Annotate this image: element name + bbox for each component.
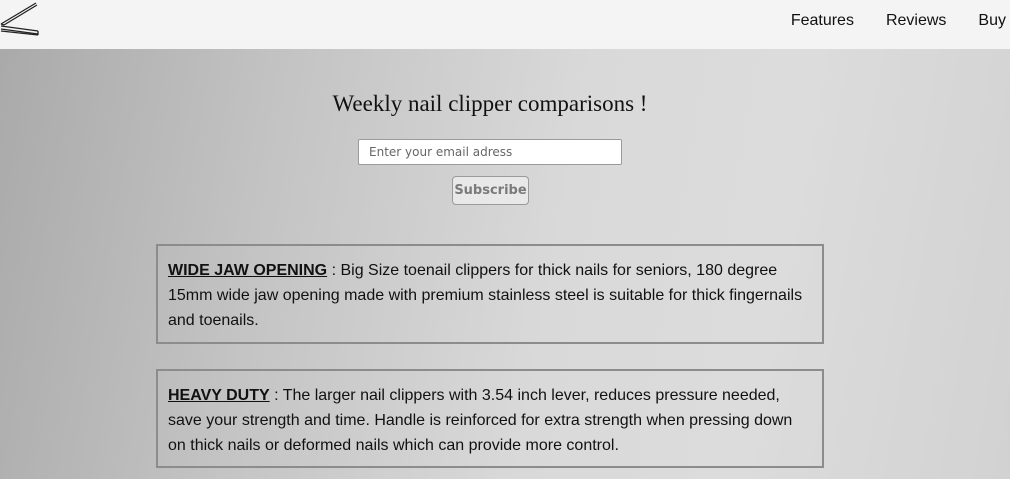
nav-link-buy[interactable]: Buy [978, 12, 1006, 30]
main-nav: Features Reviews Buy [791, 12, 1010, 30]
subscribe-button[interactable]: Subscribe [452, 176, 529, 205]
nav-link-reviews[interactable]: Reviews [886, 12, 946, 30]
feature-card-wide-jaw: WIDE JAW OPENING : Big Size toenail clip… [156, 244, 824, 344]
feature-card-heavy-duty: HEAVY DUTY : The larger nail clippers wi… [156, 369, 824, 468]
site-header: Features Reviews Buy [0, 0, 1010, 49]
newsletter-title: Weekly nail clipper comparisons ! [332, 91, 648, 116]
nav-link-features[interactable]: Features [791, 12, 854, 30]
feature-title: WIDE JAW OPENING [168, 262, 328, 279]
email-input[interactable] [358, 139, 622, 165]
nail-clipper-logo-icon[interactable] [0, 2, 40, 38]
feature-separator: : [269, 387, 283, 404]
feature-title: HEAVY DUTY [168, 387, 270, 404]
feature-separator: : [327, 262, 341, 279]
